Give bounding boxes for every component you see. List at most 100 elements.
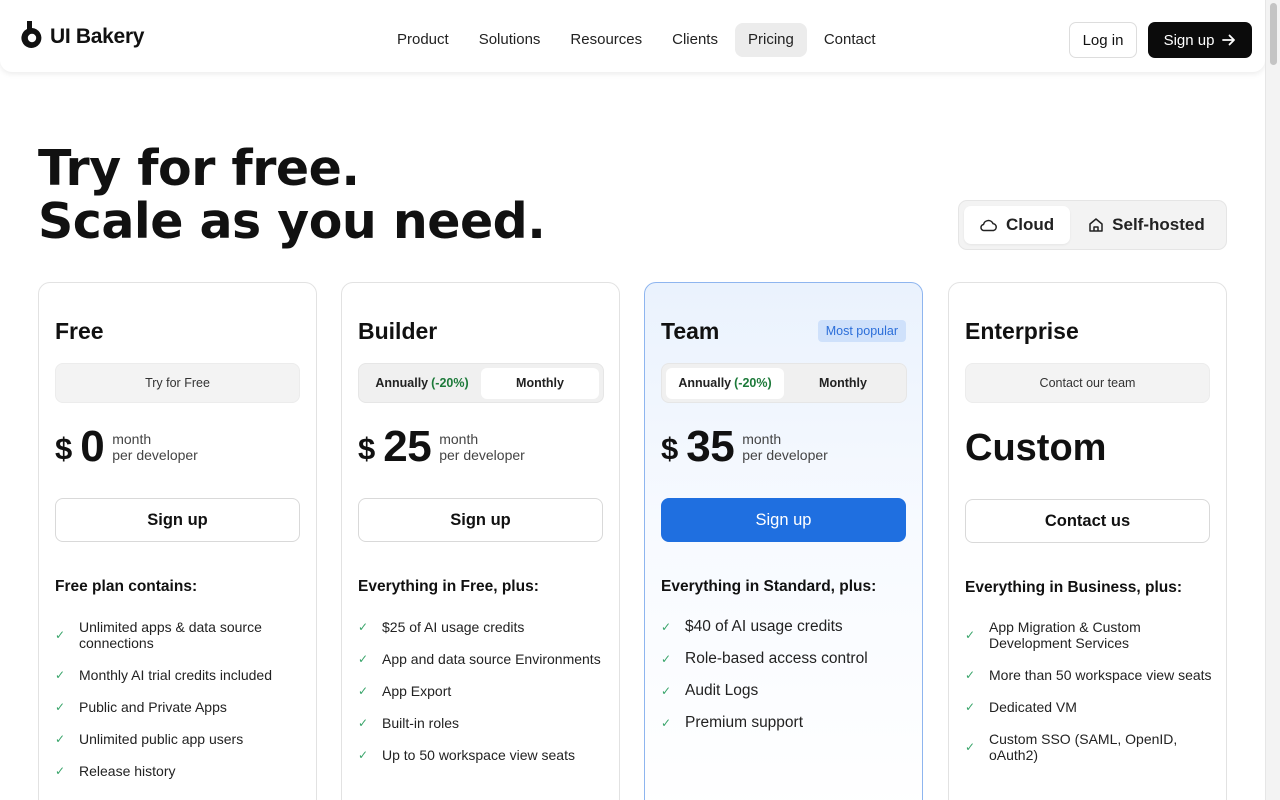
nav-item-contact[interactable]: Contact xyxy=(811,23,889,57)
header-signup-button[interactable]: Sign up xyxy=(1148,22,1252,58)
price-period: month per developer xyxy=(112,431,198,463)
feature-list: ✓ App Migration & Custom Development Serv… xyxy=(965,619,1215,779)
nav-item-clients[interactable]: Clients xyxy=(659,23,731,57)
check-icon: ✓ xyxy=(965,628,976,642)
feature-item: ✓ Role-based access control xyxy=(661,650,868,667)
feature-item: ✓ $40 of AI usage credits xyxy=(661,618,843,635)
price-period: month per developer xyxy=(439,431,525,463)
header-signup-label: Sign up xyxy=(1163,31,1215,49)
billing-annually-option[interactable]: Annually (-20%) xyxy=(666,367,784,399)
price-period: month per developer xyxy=(742,431,828,463)
logo-text: UI Bakery xyxy=(50,25,145,48)
contact-team-bar: Contact our team xyxy=(965,363,1210,403)
feature-item: ✓ Dedicated VM xyxy=(965,699,1077,715)
cloud-icon xyxy=(980,219,997,232)
check-icon: ✓ xyxy=(965,700,976,714)
check-icon: ✓ xyxy=(55,764,66,778)
billing-toggle: Annually (-20%) Monthly xyxy=(661,363,907,403)
check-icon: ✓ xyxy=(661,684,672,698)
check-icon: ✓ xyxy=(55,668,66,682)
nav-item-pricing[interactable]: Pricing xyxy=(734,23,807,57)
billing-monthly-option[interactable]: Monthly xyxy=(784,368,902,399)
main-nav: Product Solutions Resources Clients Pric… xyxy=(384,23,889,57)
most-popular-badge: Most popular xyxy=(817,320,906,342)
plan-price: $ 35 month per developer xyxy=(661,423,828,471)
logo[interactable]: UI Bakery xyxy=(20,20,145,50)
plan-card-enterprise: Enterprise Contact our team Custom Conta… xyxy=(948,282,1227,800)
price-amount: 35 xyxy=(686,422,735,471)
feature-list: ✓ $25 of AI usage credits ✓ App and data s… xyxy=(358,619,608,779)
nav-item-resources[interactable]: Resources xyxy=(557,23,655,57)
signup-button[interactable]: Sign up xyxy=(55,498,300,542)
title-line-1: Try for free. xyxy=(38,140,360,197)
feature-item: ✓ App and data source Environments xyxy=(358,651,601,667)
check-icon: ✓ xyxy=(55,732,66,746)
custom-price: Custom xyxy=(965,427,1107,469)
feature-list: ✓ Unlimited apps & data source connection… xyxy=(55,619,305,795)
cloud-label: Cloud xyxy=(1006,215,1055,234)
nav-item-product[interactable]: Product xyxy=(384,23,462,57)
check-icon: ✓ xyxy=(55,628,66,642)
plan-card-free: Free Try for Free $ 0 month per developer… xyxy=(38,282,317,800)
check-icon: ✓ xyxy=(358,652,369,666)
check-icon: ✓ xyxy=(965,740,976,754)
plan-name: Free xyxy=(55,318,104,344)
home-icon xyxy=(1089,218,1103,232)
features-heading: Everything in Business, plus: xyxy=(965,579,1183,596)
feature-item: ✓ Public and Private Apps xyxy=(55,699,227,715)
feature-item: ✓ Audit Logs xyxy=(661,682,759,699)
check-icon: ✓ xyxy=(358,684,369,698)
price-amount: 0 xyxy=(80,422,105,471)
signup-button[interactable]: Sign up xyxy=(358,498,603,542)
feature-item: ✓ More than 50 workspace view seats xyxy=(965,667,1212,683)
scrollbar-thumb[interactable] xyxy=(1270,3,1277,65)
nav-item-solutions[interactable]: Solutions xyxy=(466,23,554,57)
login-button[interactable]: Log in xyxy=(1069,22,1137,58)
features-heading: Everything in Standard, plus: xyxy=(661,578,877,595)
feature-item: ✓ Premium support xyxy=(661,714,804,731)
feature-item: ✓ Built-in roles xyxy=(358,715,460,731)
billing-toggle: Annually (-20%) Monthly xyxy=(358,363,604,403)
plan-price: $ 0 month per developer xyxy=(55,423,198,471)
currency-symbol: $ xyxy=(358,431,376,466)
check-icon: ✓ xyxy=(661,652,672,666)
check-icon: ✓ xyxy=(661,620,672,634)
plan-name: Team xyxy=(661,318,720,344)
page-title: Try for free. Scale as you need. xyxy=(38,140,546,250)
logo-icon xyxy=(21,21,42,48)
currency-symbol: $ xyxy=(55,431,73,466)
signup-button[interactable]: Sign up xyxy=(661,498,906,542)
check-icon: ✓ xyxy=(358,620,369,634)
plan-card-team: Team Most popular Annually (-20%) Monthly… xyxy=(644,282,923,800)
price-amount: 25 xyxy=(383,422,432,471)
check-icon: ✓ xyxy=(661,716,672,730)
cloud-option[interactable]: Cloud xyxy=(964,206,1071,244)
self-hosted-label: Self-hosted xyxy=(1112,215,1205,234)
currency-symbol: $ xyxy=(661,431,679,466)
feature-item: ✓ Unlimited public app users xyxy=(55,731,244,747)
feature-item: ✓ $25 of AI usage credits xyxy=(358,619,525,635)
check-icon: ✓ xyxy=(358,716,369,730)
feature-item: ✓ App Migration & Custom Development Serv… xyxy=(965,619,1141,651)
deployment-toggle: Cloud Self-hosted xyxy=(958,200,1227,250)
feature-item: ✓ App Export xyxy=(358,683,452,699)
page-scrollbar[interactable] xyxy=(1265,0,1280,800)
contact-us-button[interactable]: Contact us xyxy=(965,499,1210,543)
features-heading: Everything in Free, plus: xyxy=(358,578,539,595)
site-header: UI Bakery Product Solutions Resources Cl… xyxy=(0,0,1265,72)
billing-annually-option[interactable]: Annually (-20%) xyxy=(363,368,481,399)
check-icon: ✓ xyxy=(55,700,66,714)
feature-item: ✓ Unlimited apps & data source connection… xyxy=(55,619,262,651)
check-icon: ✓ xyxy=(358,748,369,762)
plan-card-builder: Builder Annually (-20%) Monthly $ 25 mont… xyxy=(341,282,620,800)
billing-monthly-option[interactable]: Monthly xyxy=(481,367,599,399)
try-for-free-bar: Try for Free xyxy=(55,363,300,403)
plan-price: $ 25 month per developer xyxy=(358,423,525,471)
title-line-2: Scale as you need. xyxy=(38,193,546,250)
arrow-right-icon xyxy=(1222,34,1236,46)
feature-item: ✓ Monthly AI trial credits included xyxy=(55,667,272,683)
self-hosted-option[interactable]: Self-hosted xyxy=(1072,206,1221,244)
feature-item: ✓ Up to 50 workspace view seats xyxy=(358,747,575,763)
features-heading: Free plan contains: xyxy=(55,578,198,595)
feature-item: ✓ Custom SSO (SAML, OpenID, oAuth2) xyxy=(965,731,1178,763)
